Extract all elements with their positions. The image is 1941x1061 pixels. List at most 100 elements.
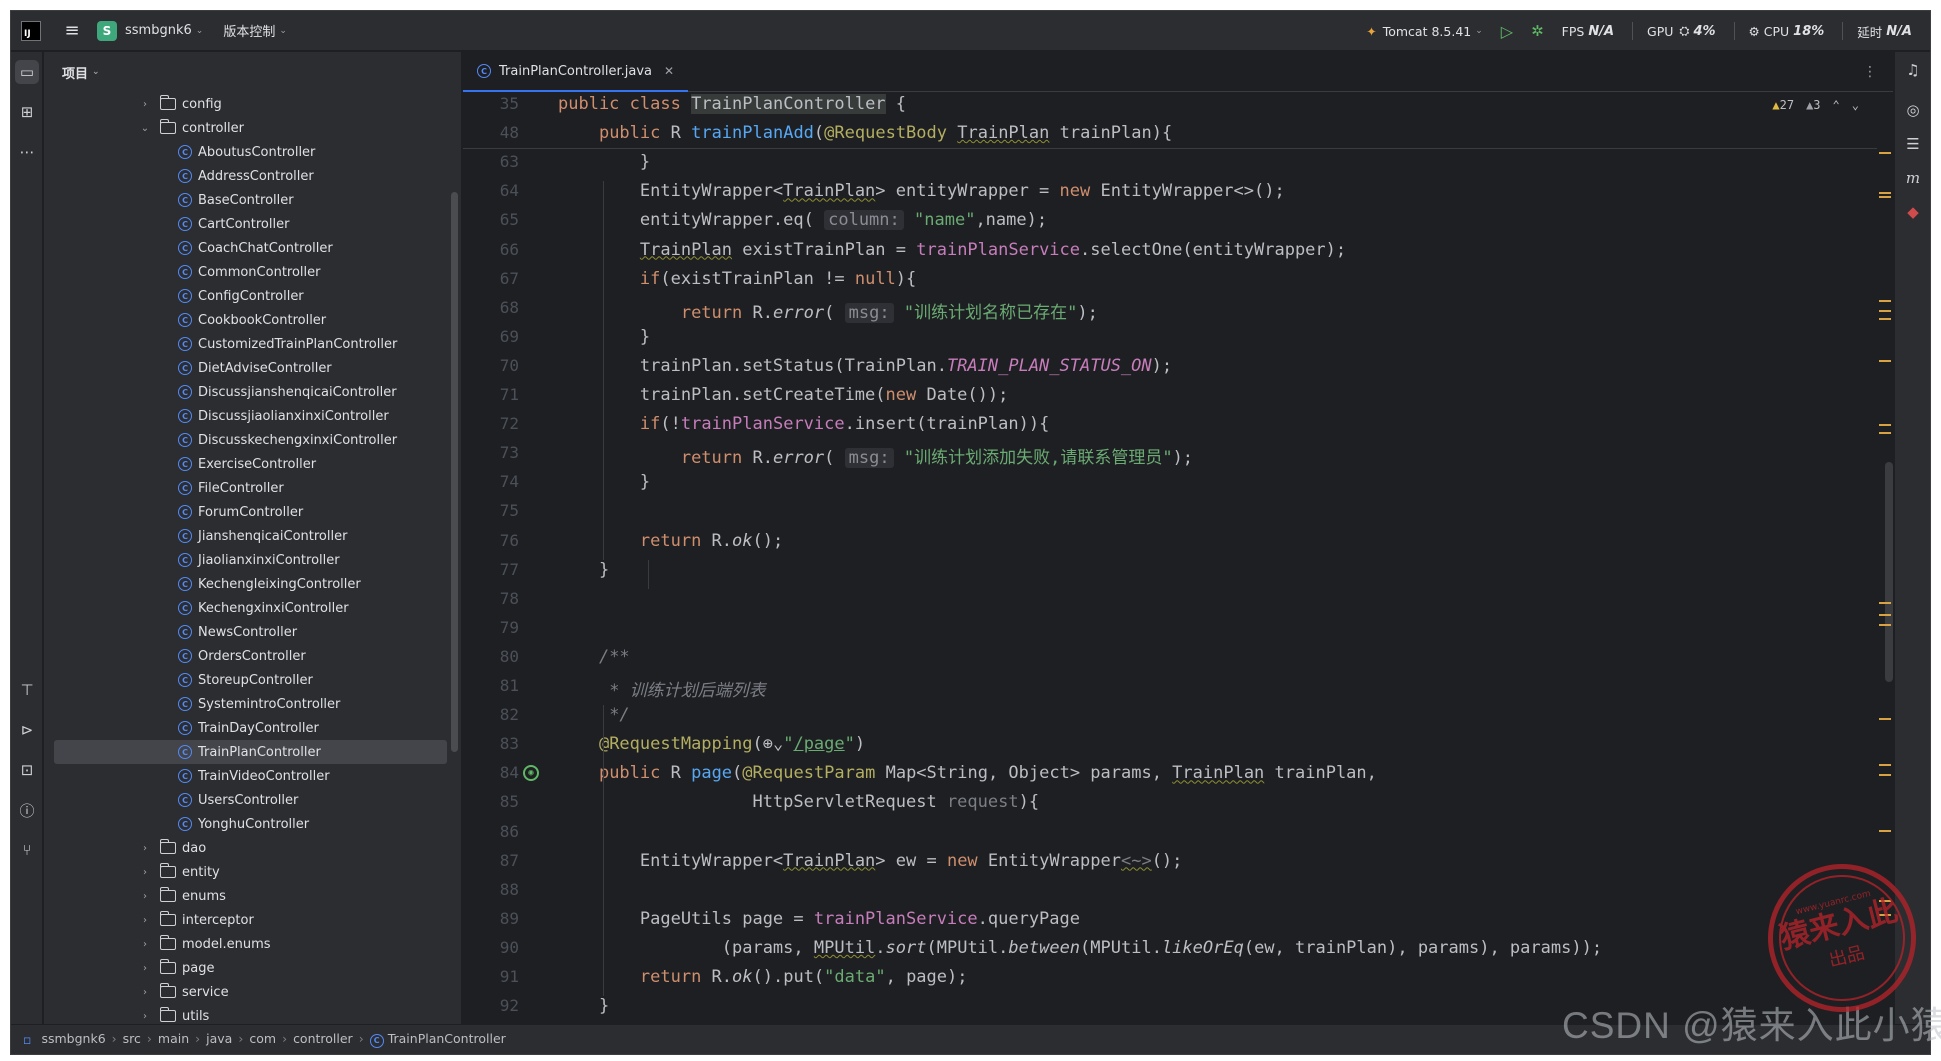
plugin-icon[interactable]: ◆	[1901, 200, 1925, 224]
tree-class-discussjiaolianxinxicontroller[interactable]: C DiscussjiaolianxinxiController	[44, 404, 447, 428]
tree-class-traindaycontroller[interactable]: C TrainDayController	[44, 716, 447, 740]
chevron-right-icon[interactable]: ›	[138, 867, 152, 878]
run-icon[interactable]: ▷	[1501, 22, 1513, 41]
tree-folder-page[interactable]: › page	[44, 956, 447, 980]
tree-class-configcontroller[interactable]: C ConfigController	[44, 284, 447, 308]
tree-class-commoncontroller[interactable]: C CommonController	[44, 260, 447, 284]
tree-class-discusskechengxinxicontroller[interactable]: C DiscusskechengxinxiController	[44, 428, 447, 452]
tree-class-discussjianshenqicaicontroller[interactable]: C DiscussjianshenqicaiController	[44, 380, 447, 404]
tree-class-yonghucontroller[interactable]: C YonghuController	[44, 812, 447, 836]
git-branch-icon[interactable]: ⑂	[15, 838, 39, 862]
tree-class-storeupcontroller[interactable]: C StoreupController	[44, 668, 447, 692]
code-line[interactable]: public R trainPlanAdd(@RequestBody Train…	[558, 123, 1172, 143]
tree-class-trainvideocontroller[interactable]: C TrainVideoController	[44, 764, 447, 788]
breadcrumb-item[interactable]: TrainPlanController	[388, 1031, 506, 1046]
code-line[interactable]: if(!trainPlanService.insert(trainPlan)){	[558, 414, 1049, 434]
tree-folder-utils[interactable]: › utils	[44, 1004, 447, 1024]
tree-class-trainplancontroller[interactable]: C TrainPlanController	[54, 740, 447, 764]
warning-marker[interactable]	[1879, 624, 1891, 626]
project-name-dropdown[interactable]: ssmbgnk6	[125, 23, 192, 38]
chevron-up-icon[interactable]: ⌃	[1833, 98, 1840, 112]
tree-class-newscontroller[interactable]: C NewsController	[44, 620, 447, 644]
tree-folder-entity[interactable]: › entity	[44, 860, 447, 884]
chevron-right-icon[interactable]: ›	[138, 939, 152, 950]
breadcrumb-item[interactable]: src	[123, 1031, 141, 1046]
tree-class-kechengxinxicontroller[interactable]: C KechengxinxiController	[44, 596, 447, 620]
code-line[interactable]: TrainPlan existTrainPlan = trainPlanServ…	[558, 240, 1346, 260]
tree-class-filecontroller[interactable]: C FileController	[44, 476, 447, 500]
breadcrumb-item[interactable]: com	[249, 1031, 276, 1046]
code-line[interactable]: }	[558, 152, 650, 172]
tree-folder-model-enums[interactable]: › model.enums	[44, 932, 447, 956]
tab-trainplancontroller[interactable]: C TrainPlanController.java ✕	[463, 52, 689, 92]
warning-marker[interactable]	[1879, 602, 1891, 604]
tree-class-jiaolianxinxicontroller[interactable]: C JiaolianxinxiController	[44, 548, 447, 572]
tree-class-coachchatcontroller[interactable]: C CoachChatController	[44, 236, 447, 260]
code-line[interactable]: return R.error( msg: "训练计划名称已存在");	[558, 298, 1098, 323]
warning-marker[interactable]	[1879, 432, 1891, 434]
chevron-right-icon[interactable]: ›	[138, 843, 152, 854]
warning-marker[interactable]	[1879, 830, 1891, 832]
warning-marker[interactable]	[1879, 318, 1891, 320]
code-line[interactable]: @RequestMapping(⊕⌄"/page")	[558, 734, 865, 754]
code-line[interactable]: }	[558, 472, 650, 492]
more-vertical-icon[interactable]: ⋮	[1863, 64, 1877, 80]
breadcrumb-item[interactable]: main	[158, 1031, 189, 1046]
tree-class-aboutuscontroller[interactable]: C AboutusController	[44, 140, 447, 164]
tree-folder-config[interactable]: › config	[44, 92, 447, 116]
tree-scrollbar[interactable]	[451, 192, 458, 752]
code-line[interactable]: if(existTrainPlan != null){	[558, 269, 916, 289]
breadcrumb-item[interactable]: controller	[293, 1031, 353, 1046]
chevron-right-icon[interactable]: ›	[138, 1011, 152, 1022]
tree-folder-service[interactable]: › service	[44, 980, 447, 1004]
tree-class-addresscontroller[interactable]: C AddressController	[44, 164, 447, 188]
chevron-right-icon[interactable]: ›	[138, 987, 152, 998]
code-line[interactable]: trainPlan.setCreateTime(new Date());	[558, 385, 1008, 405]
vcs-dropdown[interactable]: 版本控制	[223, 21, 275, 40]
notifications-bell-icon[interactable]: ♫	[1901, 58, 1925, 82]
chevron-right-icon[interactable]: ›	[138, 915, 152, 926]
warning-marker[interactable]	[1879, 764, 1891, 766]
tree-folder-controller[interactable]: ⌄ controller	[44, 116, 447, 140]
code-line[interactable]: EntityWrapper<TrainPlan> entityWrapper =…	[558, 181, 1285, 201]
code-line[interactable]: HttpServletRequest request){	[558, 792, 1039, 812]
tree-folder-dao[interactable]: › dao	[44, 836, 447, 860]
web-endpoint-gutter-icon[interactable]: ◉	[523, 765, 539, 782]
warning-marker[interactable]	[1879, 310, 1891, 312]
project-folder-icon[interactable]: ▭	[15, 60, 39, 84]
tree-class-kechengleixingcontroller[interactable]: C KechengleixingController	[44, 572, 447, 596]
structure-icon[interactable]: ⊞	[15, 100, 39, 124]
tree-class-orderscontroller[interactable]: C OrdersController	[44, 644, 447, 668]
problems-icon[interactable]: ⓘ	[15, 798, 39, 822]
run-config-dropdown[interactable]: ✦ Tomcat 8.5.41 ⌄	[1366, 24, 1483, 39]
code-line[interactable]: public R page(@RequestParam Map<String, …	[558, 763, 1377, 783]
tree-class-dietadvisecontroller[interactable]: C DietAdviseController	[44, 356, 447, 380]
warning-marker[interactable]	[1879, 196, 1891, 198]
tree-class-forumcontroller[interactable]: C ForumController	[44, 500, 447, 524]
code-line[interactable]: trainPlan.setStatus(TrainPlan.TRAIN_PLAN…	[558, 356, 1172, 376]
services-play-icon[interactable]: ⊳	[15, 718, 39, 742]
warning-marker[interactable]	[1879, 300, 1891, 302]
code-line[interactable]: }	[558, 327, 650, 347]
warning-marker[interactable]	[1879, 360, 1891, 362]
tree-class-systemintrocontroller[interactable]: C SystemintroController	[44, 692, 447, 716]
chevron-right-icon[interactable]: ›	[138, 963, 152, 974]
code-line[interactable]: return R.ok();	[558, 531, 783, 551]
code-line[interactable]: return R.error( msg: "训练计划添加失败,请联系管理员");	[558, 443, 1193, 469]
warning-marker[interactable]	[1879, 718, 1891, 720]
tree-folder-interceptor[interactable]: › interceptor	[44, 908, 447, 932]
code-line[interactable]: return R.ok().put("data", page);	[558, 967, 968, 987]
chevron-right-icon[interactable]: ›	[138, 891, 152, 902]
build-hammer-icon[interactable]: ⊤	[15, 678, 39, 702]
ai-assistant-icon[interactable]: ◎	[1901, 98, 1925, 122]
tree-class-exercisecontroller[interactable]: C ExerciseController	[44, 452, 447, 476]
code-line[interactable]: }	[558, 996, 609, 1016]
warning-marker[interactable]	[1879, 614, 1891, 616]
tree-class-cookbookcontroller[interactable]: C CookbookController	[44, 308, 447, 332]
warning-marker[interactable]	[1879, 152, 1891, 154]
code-line[interactable]: public class TrainPlanController {	[558, 94, 906, 114]
code-line[interactable]: entityWrapper.eq( column: "name",name);	[558, 210, 1047, 231]
tree-class-customizedtrainplancontroller[interactable]: C CustomizedTrainPlanController	[44, 332, 447, 356]
code-editor[interactable]: ▲27 ▲3 ⌃ ⌄ 35 public class TrainPlanContr…	[463, 92, 1893, 1024]
code-line[interactable]: * 训练计划后端列表	[558, 676, 765, 701]
